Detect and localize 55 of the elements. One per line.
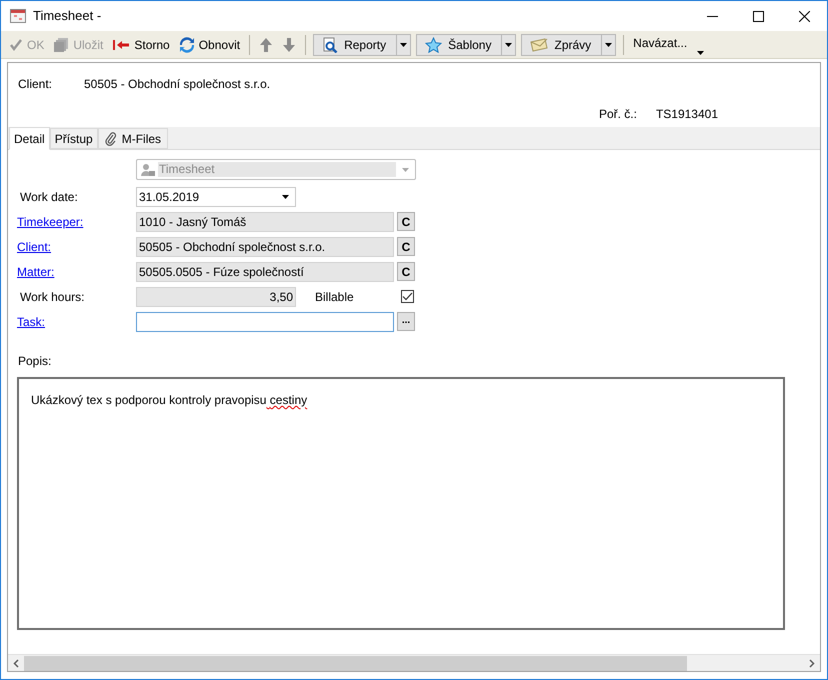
toolbar-menu[interactable]: Navázat...	[631, 34, 704, 56]
arrow-up-icon[interactable]	[259, 36, 274, 52]
star-icon	[425, 36, 442, 52]
checkbox-label: Billable	[315, 288, 355, 306]
date-picker[interactable]: 31.05.2019	[136, 186, 296, 206]
horizontal-scrollbar[interactable]	[8, 654, 820, 671]
clear-button[interactable]: C	[397, 237, 415, 256]
input-field[interactable]	[136, 312, 394, 332]
tab[interactable]: M-Files	[98, 128, 168, 149]
envelope-icon	[530, 38, 548, 52]
dropdown-caret-icon	[505, 42, 512, 46]
number-field[interactable]: 3,50	[136, 286, 296, 306]
split-button[interactable]: Šablony	[416, 34, 516, 56]
maximize-icon	[752, 10, 764, 22]
clear-button[interactable]: C	[397, 212, 415, 231]
paperclip-icon	[104, 132, 117, 146]
order-number-label: Poř. č.:	[598, 106, 638, 123]
tab[interactable]: Přístup	[50, 128, 98, 149]
magnifier-document-icon	[322, 36, 338, 52]
close-icon	[798, 10, 810, 22]
check-icon	[9, 38, 23, 52]
dropdown-caret-icon	[402, 168, 408, 172]
order-number-value: TS1913401	[656, 106, 718, 123]
arrow-bar-icon	[112, 38, 130, 50]
person-icon	[140, 162, 156, 176]
description-label: Popis:	[17, 353, 52, 370]
field-link[interactable]: Task:	[17, 312, 136, 330]
toolbar-button[interactable]: Storno	[110, 34, 172, 56]
field-link[interactable]: Client:	[17, 238, 136, 256]
lookup-field[interactable]: 1010 - Jasný Tomáš	[136, 212, 394, 232]
field-label: Work hours:	[19, 288, 86, 306]
field-link[interactable]: Timekeeper:	[17, 212, 136, 230]
client-label: Client:	[18, 76, 54, 93]
window-title: Timesheet -	[33, 7, 102, 26]
lookup-field[interactable]: 50505.0505 - Fúze společností	[136, 262, 394, 282]
browse-button[interactable]: ...	[397, 312, 415, 331]
calendar-icon	[10, 9, 26, 23]
clear-button[interactable]: C	[397, 262, 415, 281]
description-textarea[interactable]: Ukázkový tex s podporou kontroly pravopisu cestiny	[17, 377, 785, 630]
toolbar-button[interactable]: Obnovit	[176, 34, 242, 56]
caret-icon	[697, 50, 704, 54]
field-label: Work date:	[19, 188, 79, 206]
refresh-icon	[178, 36, 195, 52]
documents-icon	[53, 36, 70, 52]
split-button[interactable]: Reporty	[313, 34, 412, 56]
client-value: 50505 - Obchodní společnost s.r.o.	[84, 76, 270, 93]
tab[interactable]: Detail	[9, 127, 50, 150]
dropdown-caret-icon	[605, 42, 612, 46]
caret-icon	[282, 194, 289, 198]
arrow-down-icon[interactable]	[282, 36, 296, 52]
lookup-field[interactable]: 50505 - Obchodní společnost s.r.o.	[136, 236, 394, 256]
split-button[interactable]: Zprávy	[521, 34, 616, 56]
dropdown-caret-icon	[400, 42, 408, 46]
field-link[interactable]: Matter:	[17, 262, 136, 280]
checkbox[interactable]	[401, 290, 414, 303]
